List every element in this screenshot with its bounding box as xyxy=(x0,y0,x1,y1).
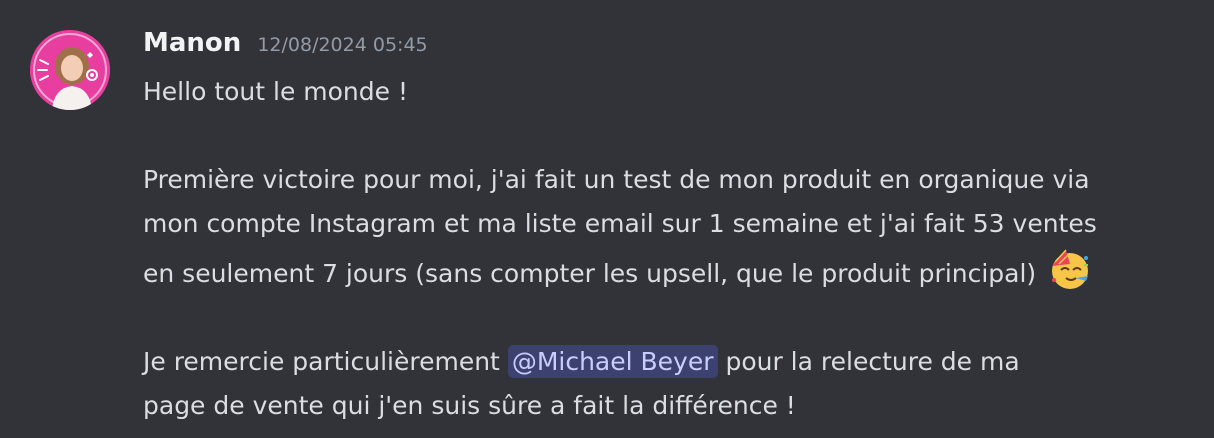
message-line: page de vente qui j'en suis sûre a fait … xyxy=(143,391,796,420)
message-line-with-mention: Je remercie particulièrement @Michael Be… xyxy=(143,340,1203,384)
message-line-text: en seulement 7 jours (sans compter les u… xyxy=(143,259,1037,288)
partying-face-emoji-icon[interactable] xyxy=(1046,246,1092,292)
avatar-image xyxy=(30,30,110,110)
message-line: mon compte Instagram et ma liste email s… xyxy=(143,209,1097,238)
message-line: Hello tout le monde ! xyxy=(143,77,408,106)
message-paragraph: Je remercie particulièrement @Michael Be… xyxy=(143,340,1203,428)
message-paragraph: Hello tout le monde ! xyxy=(143,70,1203,114)
message-line-with-emoji: en seulement 7 jours (sans compter les u… xyxy=(143,246,1203,296)
username[interactable]: Manon xyxy=(143,28,241,58)
avatar[interactable] xyxy=(30,30,110,110)
mention-prefix-text: Je remercie particulièrement xyxy=(143,347,508,376)
message-line: Première victoire pour moi, j'ai fait un… xyxy=(143,165,1090,194)
message-body: Hello tout le monde ! Première victoire … xyxy=(143,70,1203,428)
timestamp[interactable]: 12/08/2024 05:45 xyxy=(257,34,427,56)
message-content: Manon 12/08/2024 05:45 Hello tout le mon… xyxy=(143,28,1203,428)
chat-message: Manon 12/08/2024 05:45 Hello tout le mon… xyxy=(0,0,1214,438)
message-header: Manon 12/08/2024 05:45 xyxy=(143,28,1203,70)
message-paragraph: Première victoire pour moi, j'ai fait un… xyxy=(143,158,1203,296)
user-mention[interactable]: @Michael Beyer xyxy=(507,345,718,378)
mention-suffix-text: pour la relecture de ma xyxy=(717,347,1020,376)
